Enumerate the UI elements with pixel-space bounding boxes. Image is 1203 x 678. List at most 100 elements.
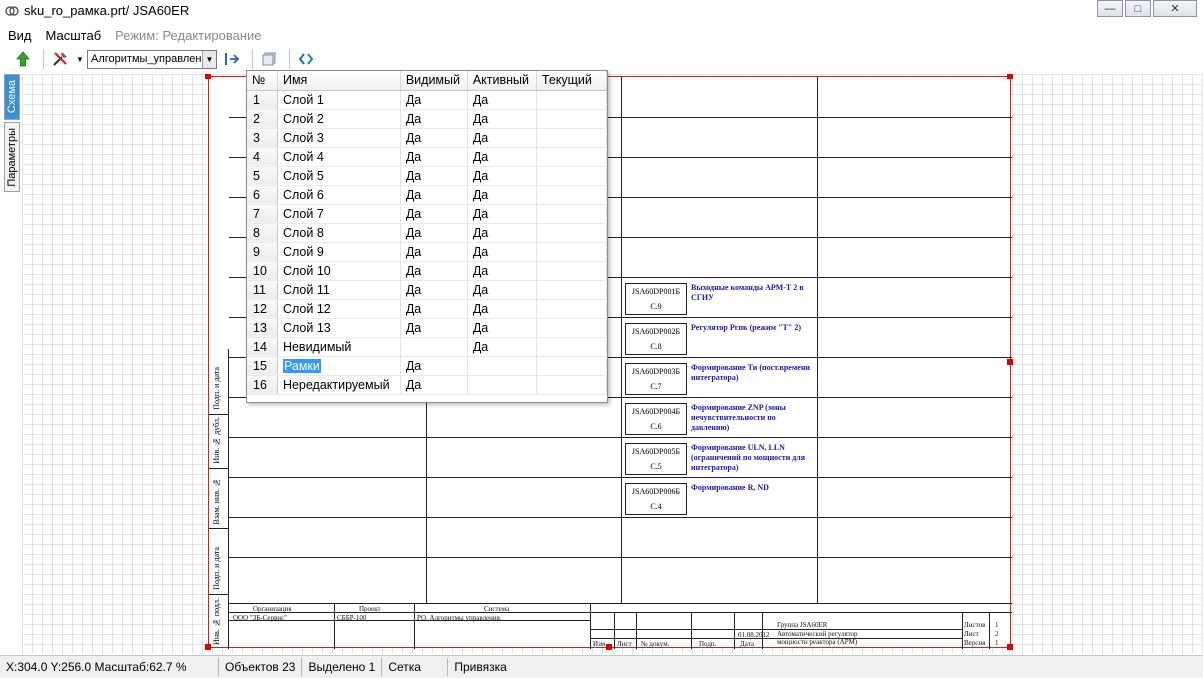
block-dp003[interactable]: JSA60DP003Б С.7 bbox=[625, 363, 687, 395]
selection-handle[interactable] bbox=[1007, 74, 1013, 79]
layer-name-selected[interactable]: Рамки bbox=[282, 358, 321, 373]
layer-visible[interactable]: Да bbox=[400, 109, 468, 129]
layer-row[interactable]: 6 Слой 6 Да Да bbox=[247, 185, 608, 205]
selection-handle[interactable] bbox=[205, 644, 211, 650]
col-visible[interactable]: Видимый bbox=[400, 71, 468, 91]
layer-row[interactable]: 14 Невидимый Да bbox=[247, 337, 608, 357]
layer-active[interactable]: Да bbox=[467, 337, 537, 357]
tools-icon[interactable] bbox=[49, 48, 71, 70]
layer-visible[interactable]: Да bbox=[400, 261, 468, 281]
layer-visible[interactable]: Да bbox=[400, 375, 468, 395]
selection-handle[interactable] bbox=[606, 644, 612, 650]
block-dp001[interactable]: JSA60DP001Б С.9 bbox=[625, 283, 687, 315]
block-dp002[interactable]: JSA60DP002Б С.8 bbox=[625, 323, 687, 355]
layer-current[interactable] bbox=[536, 223, 608, 243]
layer-row[interactable]: 16 Нередактируемый Да bbox=[247, 375, 608, 395]
layer-current[interactable] bbox=[536, 261, 608, 281]
layer-name[interactable]: Слой 12 bbox=[277, 299, 401, 319]
layer-name[interactable]: Слой 1 bbox=[277, 90, 401, 110]
layer-number[interactable]: 6 bbox=[247, 185, 278, 205]
layer-number[interactable]: 15 bbox=[247, 356, 278, 376]
layer-name[interactable]: Слой 11 bbox=[277, 280, 401, 300]
layer-current[interactable] bbox=[536, 242, 608, 262]
block-dp005[interactable]: JSA60DP005Б С.5 bbox=[625, 443, 687, 475]
tab-params[interactable]: Параметры bbox=[4, 122, 20, 192]
layer-row[interactable]: 1 Слой 1 Да Да bbox=[247, 90, 608, 110]
layer-row[interactable]: 11 Слой 11 Да Да bbox=[247, 280, 608, 300]
menu-scale[interactable]: Масштаб bbox=[38, 28, 108, 43]
layer-active[interactable]: Да bbox=[467, 299, 537, 319]
layer-number[interactable]: 8 bbox=[247, 223, 278, 243]
layer-current[interactable] bbox=[536, 375, 608, 395]
layer-active[interactable]: Да bbox=[467, 318, 537, 338]
layer-row[interactable]: 12 Слой 12 Да Да bbox=[247, 299, 608, 319]
layer-visible[interactable]: Да bbox=[400, 90, 468, 110]
layer-current[interactable] bbox=[536, 299, 608, 319]
layer-name[interactable]: Слой 13 bbox=[277, 318, 401, 338]
layer-active[interactable]: Да bbox=[467, 109, 537, 129]
layer-number[interactable]: 2 bbox=[247, 109, 278, 129]
layer-row[interactable]: 7 Слой 7 Да Да bbox=[247, 204, 608, 224]
layer-current[interactable] bbox=[536, 185, 608, 205]
layer-number[interactable]: 13 bbox=[247, 318, 278, 338]
layer-current[interactable] bbox=[536, 318, 608, 338]
layer-number[interactable]: 9 bbox=[247, 242, 278, 262]
layer-name[interactable]: Рамки bbox=[277, 356, 401, 376]
layer-active[interactable]: Да bbox=[467, 128, 537, 148]
layers-icon[interactable] bbox=[258, 48, 280, 70]
layer-row[interactable]: 5 Слой 5 Да Да bbox=[247, 166, 608, 186]
layer-row[interactable]: 4 Слой 4 Да Да bbox=[247, 147, 608, 167]
align-icon[interactable] bbox=[221, 48, 243, 70]
layer-row[interactable]: 13 Слой 13 Да Да bbox=[247, 318, 608, 338]
layer-row[interactable]: 15 Рамки Да bbox=[247, 356, 608, 376]
layer-active[interactable]: Да bbox=[467, 242, 537, 262]
layer-visible[interactable]: Да bbox=[400, 280, 468, 300]
layer-active[interactable]: Да bbox=[467, 223, 537, 243]
col-number[interactable]: № bbox=[247, 71, 278, 91]
layer-name[interactable]: Нередактируемый bbox=[277, 375, 401, 395]
layer-current[interactable] bbox=[536, 147, 608, 167]
layer-visible[interactable] bbox=[400, 337, 468, 357]
col-active[interactable]: Активный bbox=[467, 71, 537, 91]
layer-number[interactable]: 16 bbox=[247, 375, 278, 395]
layer-current[interactable] bbox=[536, 90, 608, 110]
selection-handle[interactable] bbox=[1007, 644, 1013, 650]
layer-number[interactable]: 14 bbox=[247, 337, 278, 357]
drawing-canvas[interactable]: Подп. и дата Инв. № дубл. Взам. инв. № П… bbox=[22, 74, 1203, 654]
layer-row[interactable]: 10 Слой 10 Да Да bbox=[247, 261, 608, 281]
layer-name[interactable]: Слой 2 bbox=[277, 109, 401, 129]
chevron-down-icon[interactable]: ▼ bbox=[75, 48, 85, 70]
layer-visible[interactable]: Да bbox=[400, 128, 468, 148]
chevron-down-icon[interactable]: ▼ bbox=[202, 50, 216, 68]
layer-active[interactable]: Да bbox=[467, 166, 537, 186]
layer-row[interactable]: 3 Слой 3 Да Да bbox=[247, 128, 608, 148]
layer-active[interactable]: Да bbox=[467, 204, 537, 224]
layer-visible[interactable]: Да bbox=[400, 223, 468, 243]
block-dp004[interactable]: JSA60DP004Б С.6 bbox=[625, 403, 687, 435]
layer-visible[interactable]: Да bbox=[400, 299, 468, 319]
code-brackets-icon[interactable] bbox=[295, 48, 317, 70]
layer-number[interactable]: 11 bbox=[247, 280, 278, 300]
layer-visible[interactable]: Да bbox=[400, 318, 468, 338]
layer-row[interactable]: 8 Слой 8 Да Да bbox=[247, 223, 608, 243]
layer-number[interactable]: 10 bbox=[247, 261, 278, 281]
layer-name[interactable]: Невидимый bbox=[277, 337, 401, 357]
layer-number[interactable]: 12 bbox=[247, 299, 278, 319]
layer-active[interactable]: Да bbox=[467, 90, 537, 110]
maximize-button[interactable]: □ bbox=[1125, 0, 1151, 17]
tab-schema[interactable]: Схема bbox=[4, 74, 20, 120]
layer-name[interactable]: Слой 8 bbox=[277, 223, 401, 243]
layer-name[interactable]: Слой 3 bbox=[277, 128, 401, 148]
minimize-button[interactable]: — bbox=[1097, 0, 1123, 17]
layer-current[interactable] bbox=[536, 128, 608, 148]
status-grid[interactable]: Сетка bbox=[382, 658, 449, 676]
layer-current[interactable] bbox=[536, 204, 608, 224]
layer-number[interactable]: 4 bbox=[247, 147, 278, 167]
close-button[interactable]: ✕ bbox=[1153, 0, 1197, 17]
layer-active[interactable]: Да bbox=[467, 280, 537, 300]
layer-active[interactable]: Да bbox=[467, 261, 537, 281]
layer-name[interactable]: Слой 4 bbox=[277, 147, 401, 167]
layer-row[interactable]: 2 Слой 2 Да Да bbox=[247, 109, 608, 129]
selection-handle[interactable] bbox=[205, 74, 211, 79]
layer-active[interactable] bbox=[467, 375, 537, 395]
